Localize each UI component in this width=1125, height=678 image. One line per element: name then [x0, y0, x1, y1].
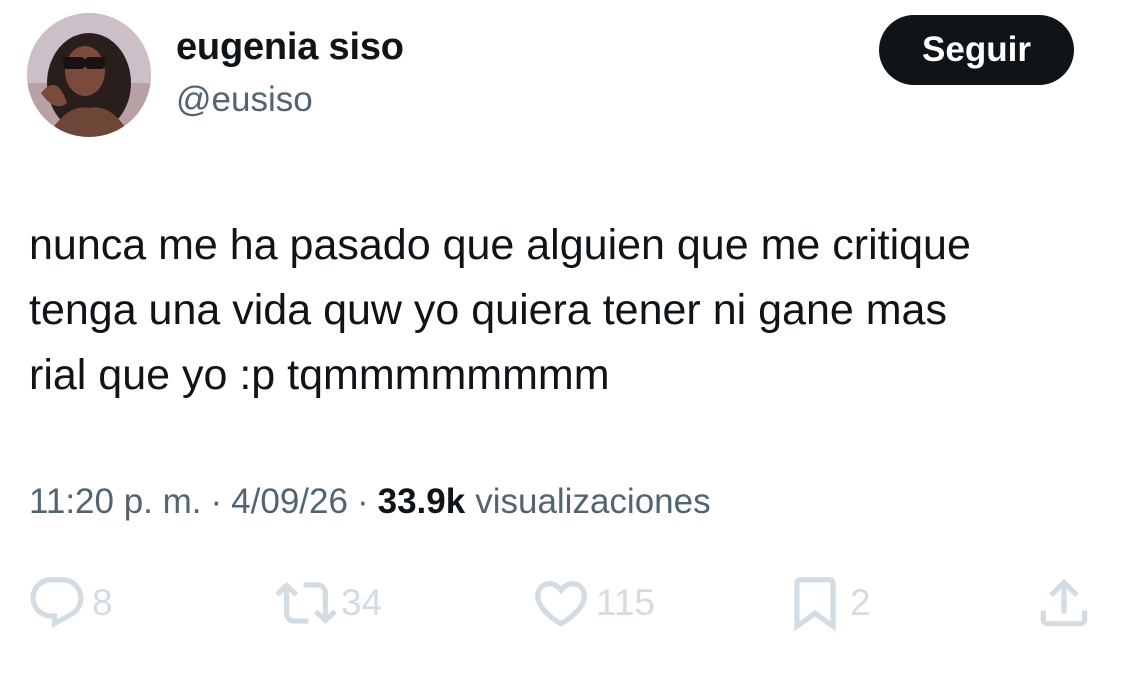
meta-separator: · — [210, 482, 223, 521]
author-handle[interactable]: @eusiso — [176, 80, 313, 120]
bookmark-count: 2 — [850, 582, 871, 623]
share-button[interactable] — [1033, 570, 1095, 636]
follow-button[interactable]: Seguir — [879, 15, 1074, 85]
reply-icon — [30, 577, 84, 629]
like-icon — [535, 581, 587, 627]
repost-count: 34 — [341, 582, 383, 623]
like-button[interactable]: 115 — [530, 570, 655, 636]
author-name[interactable]: eugenia siso — [176, 26, 404, 69]
repost-button[interactable]: 34 — [275, 570, 382, 636]
tweet-meta: 11:20 p. m. · 4/09/26 · 33.9k visualizac… — [29, 482, 711, 522]
tweet-text: nunca me ha pasado que alguien que me cr… — [29, 221, 971, 399]
tweet-date[interactable]: 4/09/26 — [231, 482, 348, 522]
avatar[interactable] — [27, 13, 151, 137]
meta-separator: · — [356, 482, 369, 521]
views-count: 33.9k — [377, 482, 466, 521]
tweet-time[interactable]: 11:20 p. m. — [29, 482, 202, 522]
repost-icon — [275, 582, 337, 624]
reply-count: 8 — [92, 582, 113, 623]
bookmark-icon — [794, 577, 836, 632]
views-label: visualizaciones — [475, 482, 711, 521]
like-count: 115 — [596, 582, 655, 623]
avatar-image — [27, 13, 151, 137]
tweet-header: eugenia siso @eusiso Seguir — [0, 0, 1125, 150]
bookmark-button[interactable]: 2 — [784, 570, 871, 636]
share-icon — [1040, 578, 1088, 627]
tweet-actions: 8 34 115 2 — [0, 570, 1125, 636]
reply-button[interactable]: 8 — [26, 570, 113, 636]
